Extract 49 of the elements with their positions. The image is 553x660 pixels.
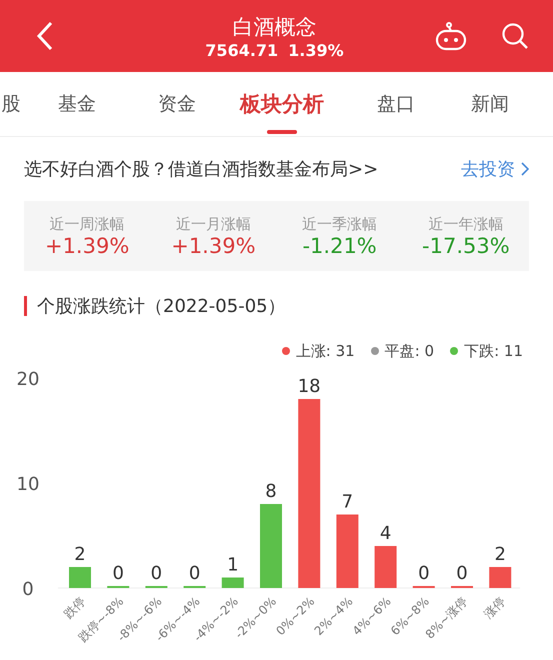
y-tick-label: 20 xyxy=(16,369,40,390)
page-title: 白酒概念 xyxy=(232,14,316,40)
stat-label: 近一季涨幅 xyxy=(302,214,378,234)
robot-icon[interactable] xyxy=(434,21,467,51)
index-price: 7564.71 xyxy=(205,40,278,60)
bar xyxy=(222,578,244,588)
tab[interactable]: 基金 xyxy=(58,72,96,136)
stat-value: -17.53% xyxy=(422,234,510,258)
legend-label: 下跌: 11 xyxy=(464,342,523,360)
tab[interactable]: 股 xyxy=(2,72,20,136)
bar xyxy=(374,546,397,588)
bar-value-label: 4 xyxy=(380,523,392,544)
search-icon[interactable] xyxy=(500,22,529,50)
x-tick-label: 跌停 xyxy=(61,594,88,622)
chevron-icon xyxy=(521,162,529,176)
tab[interactable]: 盘口 xyxy=(377,72,415,136)
section-title: 个股涨跌统计（2022-05-05） xyxy=(37,295,286,318)
promo-text: 选不好白酒个股？借道白酒指数基金布局>> xyxy=(24,158,378,181)
stat-value: -1.21% xyxy=(302,234,377,258)
bar-value-label: 2 xyxy=(74,544,86,565)
tab[interactable]: 板块分析 xyxy=(240,72,324,136)
bar-value-label: 0 xyxy=(150,563,162,584)
legend-label: 平盘: 0 xyxy=(384,342,434,360)
tab[interactable]: 新闻 xyxy=(471,72,509,136)
invest-link[interactable]: 去投资 xyxy=(461,157,529,181)
stat-value: +1.39% xyxy=(171,234,256,258)
stat-label: 近一月涨幅 xyxy=(176,214,251,234)
bar xyxy=(69,567,91,588)
bar-value-label: 2 xyxy=(494,544,506,565)
bar-value-label: 0 xyxy=(456,563,468,584)
bar-value-label: 7 xyxy=(342,492,354,512)
bar-value-label: 1 xyxy=(227,554,239,576)
section-marker xyxy=(24,296,27,316)
stat-value: +1.39% xyxy=(44,234,130,258)
legend-label: 上涨: 31 xyxy=(296,342,355,360)
x-tick-label: 涨停 xyxy=(481,594,508,622)
y-tick-label: 10 xyxy=(16,474,40,495)
bar xyxy=(489,567,512,588)
stat-label: 近一周涨幅 xyxy=(50,214,125,234)
tab[interactable]: 资金 xyxy=(158,72,196,136)
index-change: 1.39% xyxy=(288,40,344,60)
y-tick-label: 0 xyxy=(22,579,34,600)
bar-value-label: 0 xyxy=(418,563,430,584)
bar-value-label: 0 xyxy=(188,563,200,584)
bar-value-label: 0 xyxy=(112,563,124,584)
bar-value-label: 8 xyxy=(265,481,277,502)
back-icon[interactable] xyxy=(36,21,54,51)
bar-value-label: 18 xyxy=(298,376,321,397)
stat-label: 近一年涨幅 xyxy=(428,214,504,234)
